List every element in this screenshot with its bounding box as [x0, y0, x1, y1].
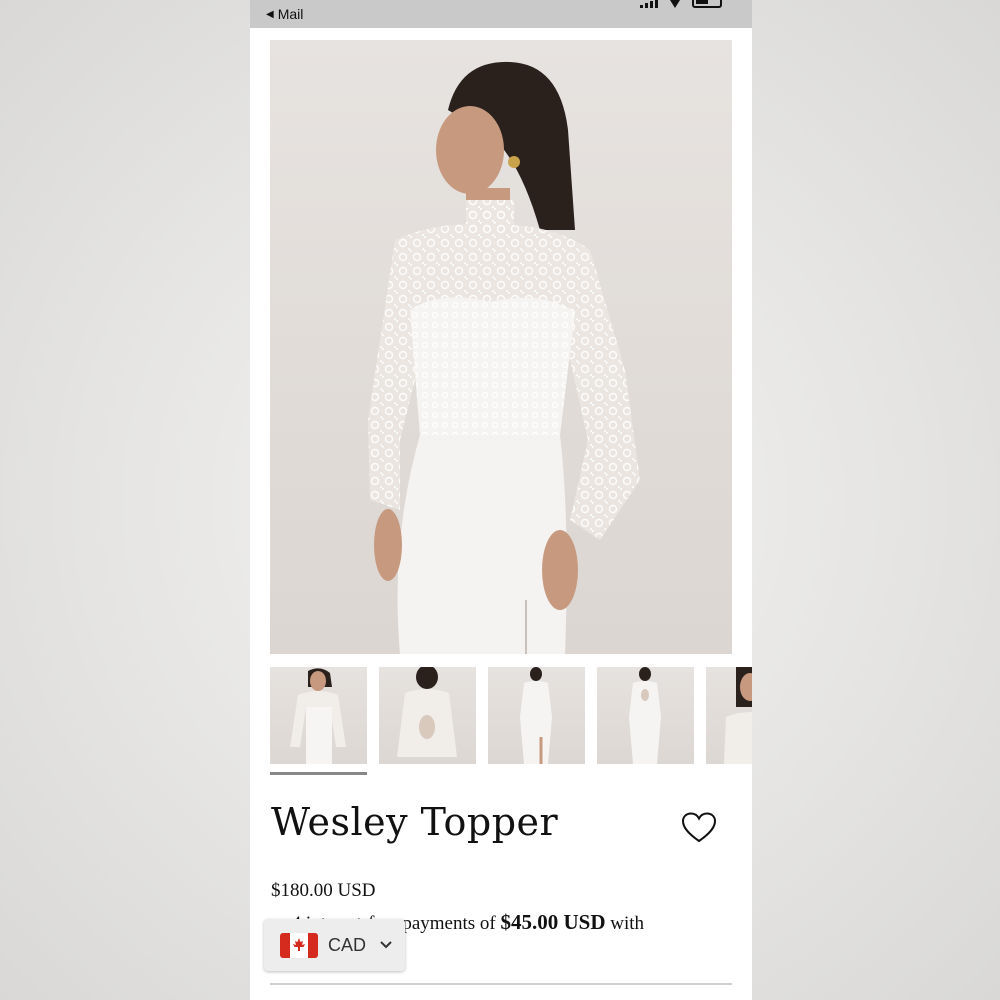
currency-selector[interactable]: CAD: [264, 919, 405, 971]
product-price: $180.00 USD: [271, 880, 376, 901]
section-divider: [270, 983, 732, 985]
wishlist-heart-icon[interactable]: [682, 812, 716, 844]
product-title: Wesley Topper: [271, 800, 559, 844]
product-hero-image[interactable]: [270, 40, 732, 654]
canada-flag-icon: [280, 932, 318, 958]
cell-signal-icon: [640, 0, 658, 8]
back-arrow-icon: ◀: [266, 8, 274, 20]
status-icons: [640, 0, 722, 8]
selected-thumbnail-indicator: [270, 772, 367, 775]
installment-amount: $45.00 USD: [500, 910, 606, 934]
back-to-mail-button[interactable]: ◀ Mail: [266, 6, 303, 22]
thumbnail-2[interactable]: [379, 667, 476, 764]
thumbnail-4[interactable]: [597, 667, 694, 764]
thumbnail-strip: [270, 667, 752, 777]
wifi-icon: [670, 0, 680, 8]
battery-icon: [692, 0, 722, 8]
status-bar: ◀ Mail: [250, 0, 752, 28]
thumbnail-1[interactable]: [270, 667, 367, 764]
chevron-down-icon: [380, 941, 392, 949]
thumbnail-3[interactable]: [488, 667, 585, 764]
installment-suffix: with: [605, 913, 645, 934]
phone-screen: ◀ Mail Wesley Topper $180.00 USD payment…: [250, 0, 752, 1000]
back-label: Mail: [277, 6, 304, 22]
model-lace-topper-illustration: [368, 61, 640, 654]
currency-code: CAD: [328, 934, 367, 955]
thumbnail-5[interactable]: [706, 667, 752, 764]
